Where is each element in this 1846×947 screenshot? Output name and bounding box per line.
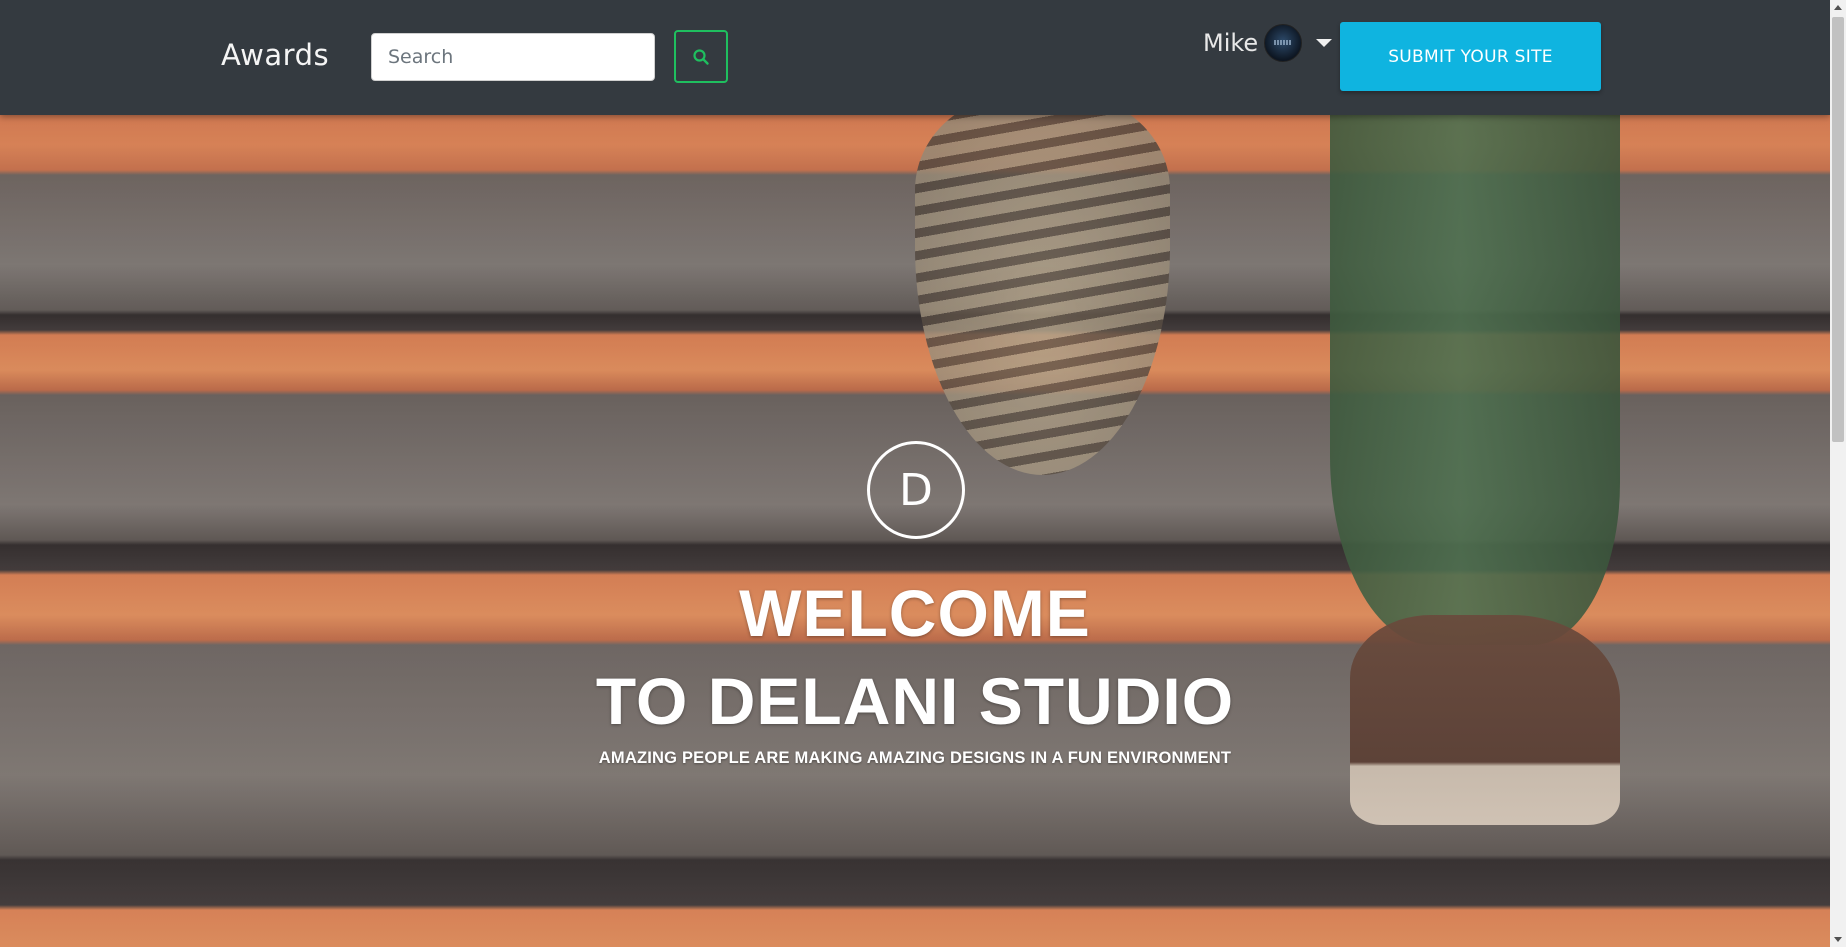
hero-content: D WELCOME TO DELANI STUDIO AMAZING PEOPL… xyxy=(0,115,1830,947)
search-button[interactable] xyxy=(674,30,728,83)
scrollbar-thumb[interactable] xyxy=(1832,17,1844,442)
user-name: Mike xyxy=(1203,29,1259,57)
hero-section: D WELCOME TO DELANI STUDIO AMAZING PEOPL… xyxy=(0,115,1830,947)
hero-title-studio: TO DELANI STUDIO xyxy=(595,664,1235,738)
page-scrollbar[interactable] xyxy=(1830,0,1846,947)
search-input[interactable] xyxy=(371,33,655,81)
user-menu[interactable]: Mike xyxy=(1203,24,1333,62)
submit-site-button[interactable]: SUBMIT YOUR SITE xyxy=(1340,22,1601,91)
navbar: Awards Mike SUBMIT YOUR SITE xyxy=(0,0,1830,115)
hero-subtitle: AMAZING PEOPLE ARE MAKING AMAZING DESIGN… xyxy=(598,749,1232,767)
scroll-up-arrow-icon[interactable] xyxy=(1834,5,1842,10)
scroll-down-arrow-icon[interactable] xyxy=(1834,937,1842,942)
avatar xyxy=(1264,24,1303,62)
caret-down-icon xyxy=(1316,39,1333,47)
brand-logo[interactable]: Awards xyxy=(221,38,329,72)
hero-title-welcome: WELCOME xyxy=(739,576,1091,650)
search-icon xyxy=(693,48,709,65)
studio-logo: D xyxy=(867,441,965,539)
